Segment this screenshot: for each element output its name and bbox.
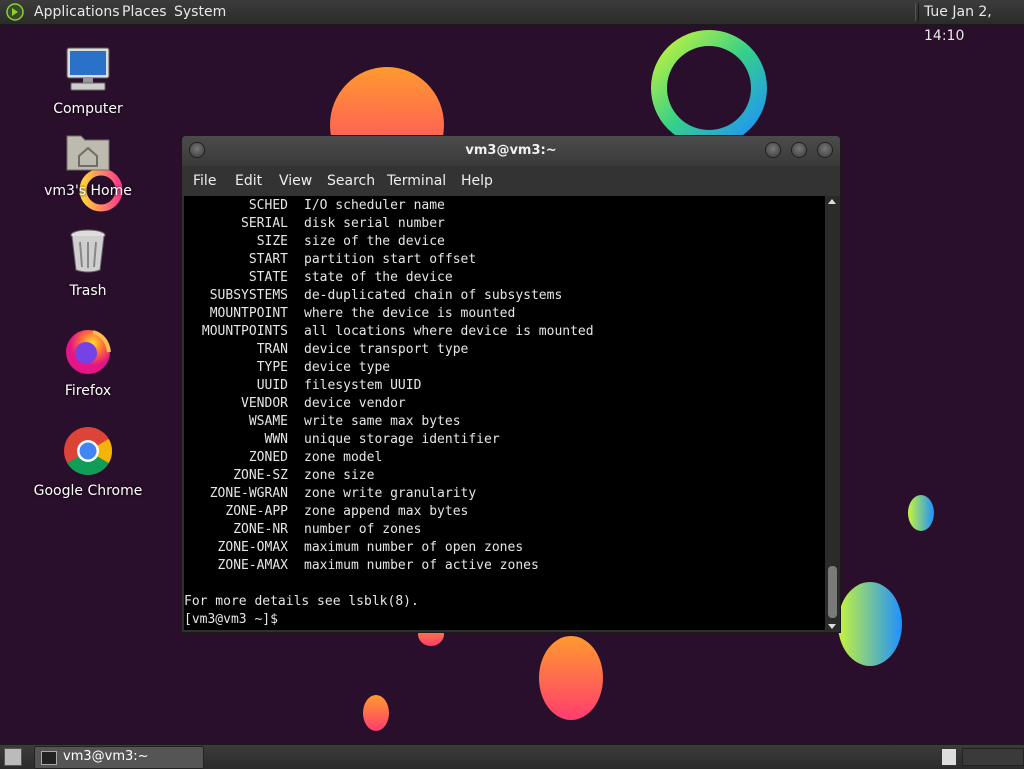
column-name: SERIAL (241, 216, 288, 231)
clock[interactable]: Tue Jan 2, 14:10 (924, 0, 1024, 44)
show-desktop-icon[interactable] (4, 748, 22, 766)
terminal-footer-line: For more details see lsblk(8). (184, 594, 419, 609)
column-name: START (248, 252, 288, 267)
trash-icon (70, 229, 106, 273)
scroll-up-arrow-icon[interactable] (828, 199, 836, 204)
terminal-menubar: File Edit View Search Terminal Help (182, 166, 840, 196)
column-name: SUBSYSTEMS (209, 288, 288, 303)
desktop-icon-trash[interactable]: Trash (28, 226, 148, 299)
column-name: MOUNTPOINTS (201, 324, 288, 339)
column-name: TRAN (256, 342, 288, 357)
column-description: size of the device (304, 234, 445, 249)
terminal-window[interactable]: vm3@vm3:~ File Edit View Search Terminal… (182, 136, 840, 632)
window-title: vm3@vm3:~ (465, 143, 557, 158)
column-name: ZONED (248, 450, 288, 465)
firefox-icon (66, 330, 111, 374)
column-description: filesystem UUID (304, 378, 422, 393)
column-description: state of the device (304, 270, 453, 285)
close-icon[interactable] (818, 143, 832, 157)
column-description: maximum number of open zones (304, 540, 524, 555)
column-description: maximum number of active zones (304, 558, 539, 573)
computer-icon (66, 47, 110, 91)
workspace-switcher-1[interactable] (941, 748, 957, 766)
column-description: zone write granularity (304, 486, 477, 501)
column-description: device vendor (304, 396, 406, 411)
column-name: SCHED (248, 198, 288, 213)
menu-edit[interactable]: Edit (235, 173, 262, 189)
desktop-icon-chrome[interactable]: Google Chrome (28, 426, 148, 499)
column-name: ZONE-SZ (233, 468, 288, 483)
column-description: disk serial number (304, 216, 445, 231)
menu-view[interactable]: View (279, 173, 312, 189)
chrome-icon (64, 427, 113, 475)
panel-separator (915, 3, 919, 21)
column-name: TYPE (256, 360, 288, 375)
column-description: zone model (304, 450, 383, 465)
column-name: MOUNTPOINT (209, 306, 288, 321)
column-description: write same max bytes (304, 414, 461, 429)
column-description: unique storage identifier (304, 432, 500, 447)
window-titlebar[interactable]: vm3@vm3:~ (182, 136, 840, 166)
column-name: STATE (248, 270, 288, 285)
desktop-icon-label: vm3's Home (44, 183, 132, 199)
menu-help[interactable]: Help (461, 173, 493, 189)
shell-prompt[interactable]: [vm3@vm3 ~]$ (184, 611, 278, 629)
column-name: UUID (256, 378, 288, 393)
top-panel: Applications Places System Tue Jan 2, 14… (0, 0, 1024, 44)
menu-terminal[interactable]: Terminal (387, 173, 446, 189)
desktop-icon-firefox[interactable]: Firefox (28, 326, 148, 399)
column-name: ZONE-AMAX (217, 558, 288, 573)
column-description: zone append max bytes (304, 504, 469, 519)
column-name: VENDOR (241, 396, 288, 411)
column-description: partition start offset (304, 252, 477, 267)
column-description: number of zones (304, 522, 422, 537)
scroll-thumb[interactable] (828, 566, 837, 618)
column-description: de-duplicated chain of subsystems (304, 288, 563, 303)
desktop-icon-computer[interactable]: Computer (28, 44, 148, 117)
minimize-icon[interactable] (766, 143, 780, 157)
system-menu[interactable]: System (170, 0, 230, 24)
column-name: ZONE-WGRAN (209, 486, 288, 501)
desktop-icon-label: Computer (53, 101, 123, 117)
desktop-icon-home[interactable]: vm3's Home (28, 126, 148, 199)
maximize-icon[interactable] (792, 143, 806, 157)
column-name: SIZE (256, 234, 288, 249)
column-name: ZONE-NR (233, 522, 288, 537)
workspace-switcher-2[interactable] (962, 748, 1024, 766)
column-description: device type (304, 360, 391, 375)
scroll-down-arrow-icon[interactable] (828, 624, 836, 629)
desktop-icon-label: Trash (69, 283, 107, 299)
desktop-icon-label: Google Chrome (33, 483, 143, 499)
applications-menu[interactable]: Applications (30, 0, 124, 24)
scrollbar[interactable] (825, 196, 840, 632)
menu-file[interactable]: File (193, 173, 216, 189)
home-folder-icon (66, 135, 110, 171)
taskbar-button-terminal[interactable]: vm3@vm3:~ (34, 746, 204, 769)
menu-search[interactable]: Search (327, 173, 375, 189)
column-description: where the device is mounted (304, 306, 516, 321)
column-name: ZONE-OMAX (217, 540, 288, 555)
column-description: zone size (304, 468, 375, 483)
terminal-output[interactable]: SCHED I/O scheduler name SERIAL disk serial… (184, 196, 825, 630)
column-name: ZONE-APP (225, 504, 288, 519)
terminal-icon (41, 751, 57, 765)
applications-logo-icon[interactable] (6, 3, 24, 21)
desktop-icon-label: Firefox (64, 383, 112, 399)
column-description: I/O scheduler name (304, 198, 445, 213)
column-description: device transport type (304, 342, 469, 357)
places-menu[interactable]: Places (118, 0, 171, 24)
column-name: WSAME (248, 414, 288, 429)
taskbar-button-label: vm3@vm3:~ (63, 749, 149, 764)
column-description: all locations where device is mounted (304, 324, 594, 339)
bottom-panel: vm3@vm3:~ (0, 744, 1024, 769)
column-name: WWN (264, 432, 288, 447)
